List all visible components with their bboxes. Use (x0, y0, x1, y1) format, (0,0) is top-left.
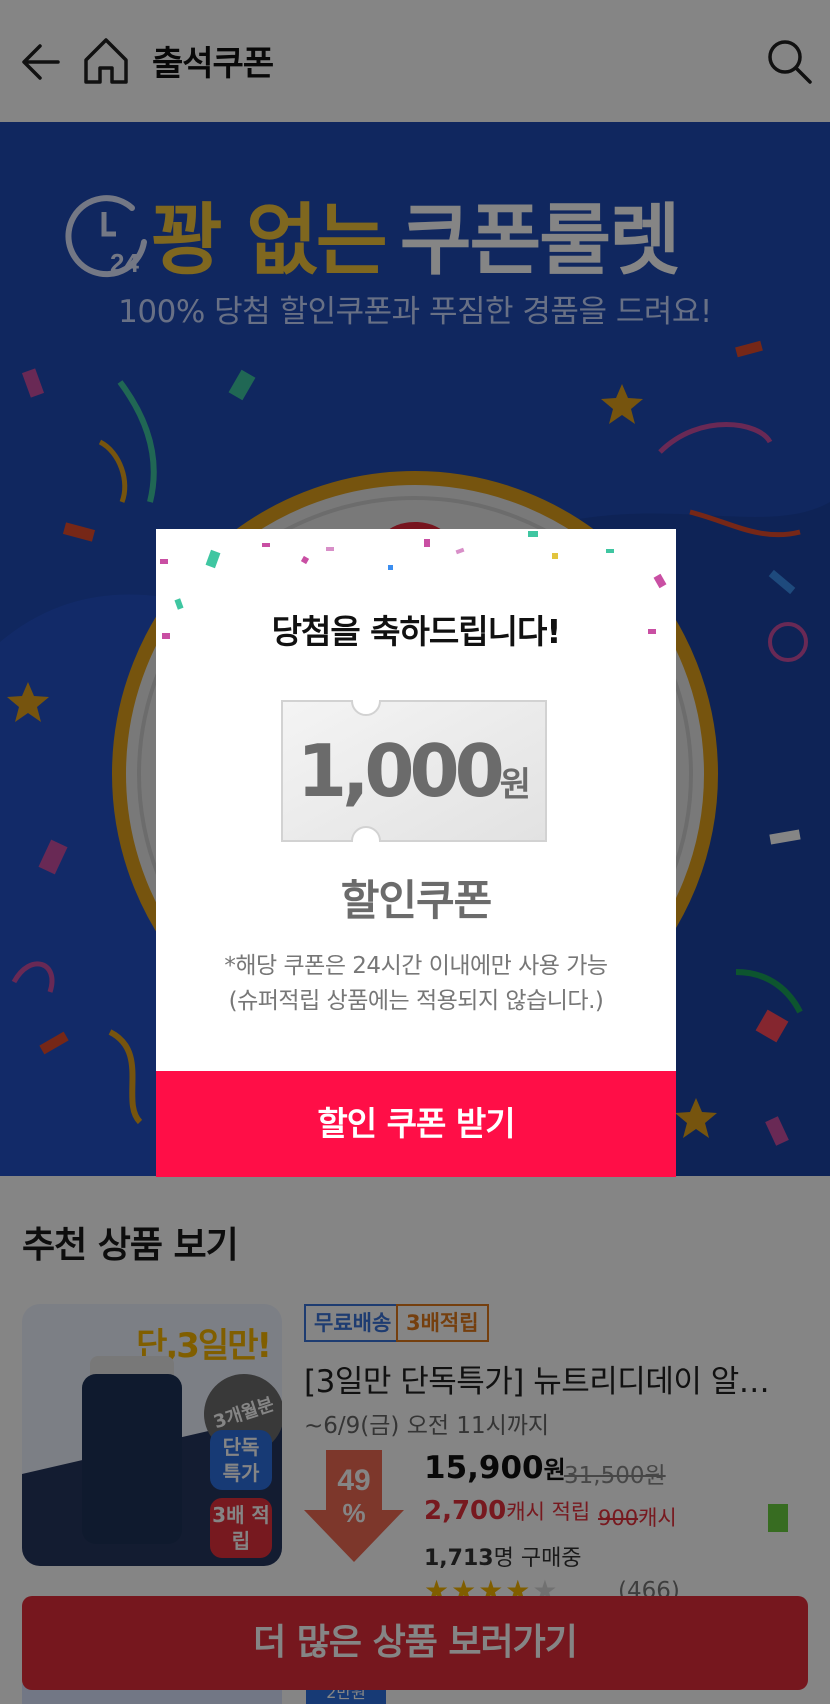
receive-coupon-button[interactable]: 할인 쿠폰 받기 (156, 1071, 676, 1177)
modal-title: 당첨을 축하드립니다! (271, 612, 562, 651)
coupon-notice: *해당 쿠폰은 24시간 이내에만 사용 가능 (슈퍼적립 상품에는 적용되지 … (224, 953, 608, 1014)
win-coupon-modal: 당첨을 축하드립니다! 1,000원 할인쿠폰 *해당 쿠폰은 24시간 이내에… (156, 529, 676, 1177)
coupon-type-label: 할인쿠폰 (340, 876, 493, 925)
coupon-amount: 1,000원 (296, 729, 532, 813)
